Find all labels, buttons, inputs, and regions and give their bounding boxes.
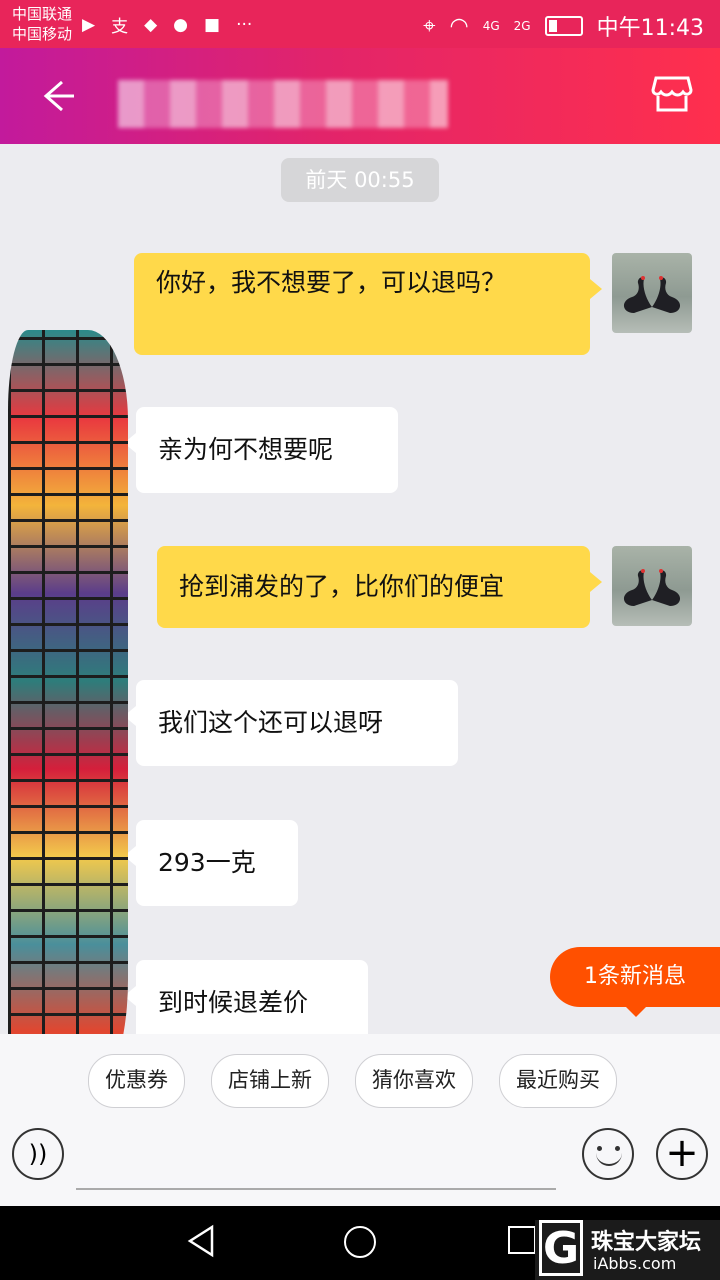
- new-message-badge[interactable]: 1条新消息: [550, 947, 720, 1017]
- notification-icons: ▶ 支 ◆ ● ■ ···: [82, 12, 253, 38]
- carrier-1: 中国联通: [12, 5, 73, 23]
- forum-logo-icon: G: [539, 1220, 583, 1276]
- signal-1-label: 4G: [482, 19, 500, 33]
- message-input[interactable]: [76, 1188, 556, 1190]
- location-icon: ⌖: [423, 13, 436, 39]
- arrow-left-icon[interactable]: [34, 74, 78, 118]
- bird-app-icon: ●: [173, 14, 188, 35]
- chat-header: [0, 48, 720, 144]
- chat-timestamp: 前天 00:55: [281, 158, 439, 202]
- clock: 中午11:43: [596, 16, 704, 41]
- message-bubble-sent[interactable]: 你好，我不想要了，可以退吗？: [134, 253, 602, 355]
- carrier-2: 中国移动: [12, 25, 73, 43]
- my-avatar[interactable]: [612, 253, 692, 333]
- shop-title-redacted: [118, 80, 448, 128]
- status-bar: 中国联通 中国移动 ▶ 支 ◆ ● ■ ··· ⌖ ◠ 4G 2G 中午11:4…: [0, 0, 720, 48]
- wifi-icon: ◠: [449, 13, 469, 39]
- forum-watermark: G 珠宝大家坛 iAbbs.com: [535, 1220, 720, 1280]
- quick-replies: 优惠券 店铺上新 猜你喜欢 最近购买: [88, 1054, 617, 1108]
- carrier-labels: 中国联通 中国移动: [12, 4, 72, 44]
- alipay-icon: 支: [111, 17, 129, 37]
- watermark-line-2: iAbbs.com: [593, 1254, 677, 1273]
- quick-reply-coupon[interactable]: 优惠券: [88, 1054, 185, 1108]
- my-avatar[interactable]: [612, 546, 692, 626]
- voice-icon[interactable]: )): [12, 1128, 64, 1180]
- nav-recents-icon[interactable]: [508, 1226, 536, 1254]
- storefront-icon[interactable]: [650, 72, 694, 116]
- watermark-line-1: 珠宝大家坛: [591, 1230, 702, 1255]
- quick-reply-new-arrivals[interactable]: 店铺上新: [211, 1054, 329, 1108]
- more-icon: ···: [236, 14, 253, 35]
- signal-2-label: 2G: [513, 19, 531, 33]
- plus-icon[interactable]: +: [656, 1128, 708, 1180]
- message-bubble-received[interactable]: 293一克: [124, 820, 298, 906]
- nav-back-icon[interactable]: [184, 1224, 218, 1258]
- app-icon: ▶: [82, 14, 96, 35]
- emoji-icon[interactable]: [582, 1128, 634, 1180]
- shield-app-icon: ◆: [144, 14, 158, 35]
- nav-home-icon[interactable]: [344, 1226, 376, 1258]
- message-bubble-received[interactable]: 我们这个还可以退呀: [124, 680, 458, 766]
- message-bubble-sent[interactable]: 抢到浦发的了，比你们的便宜: [157, 546, 602, 628]
- status-right: ⌖ ◠ 4G 2G 中午11:43: [423, 10, 704, 42]
- message-bubble-received[interactable]: 亲为何不想要呢: [124, 407, 398, 493]
- quick-reply-recent-purchases[interactable]: 最近购买: [499, 1054, 617, 1108]
- jd-icon: ■: [204, 14, 221, 35]
- battery-icon: [544, 16, 583, 36]
- input-area: 优惠券 店铺上新 猜你喜欢 最近购买 )) +: [0, 1034, 720, 1206]
- quick-reply-recommendations[interactable]: 猜你喜欢: [355, 1054, 473, 1108]
- seller-avatar-redacted: [8, 330, 128, 1120]
